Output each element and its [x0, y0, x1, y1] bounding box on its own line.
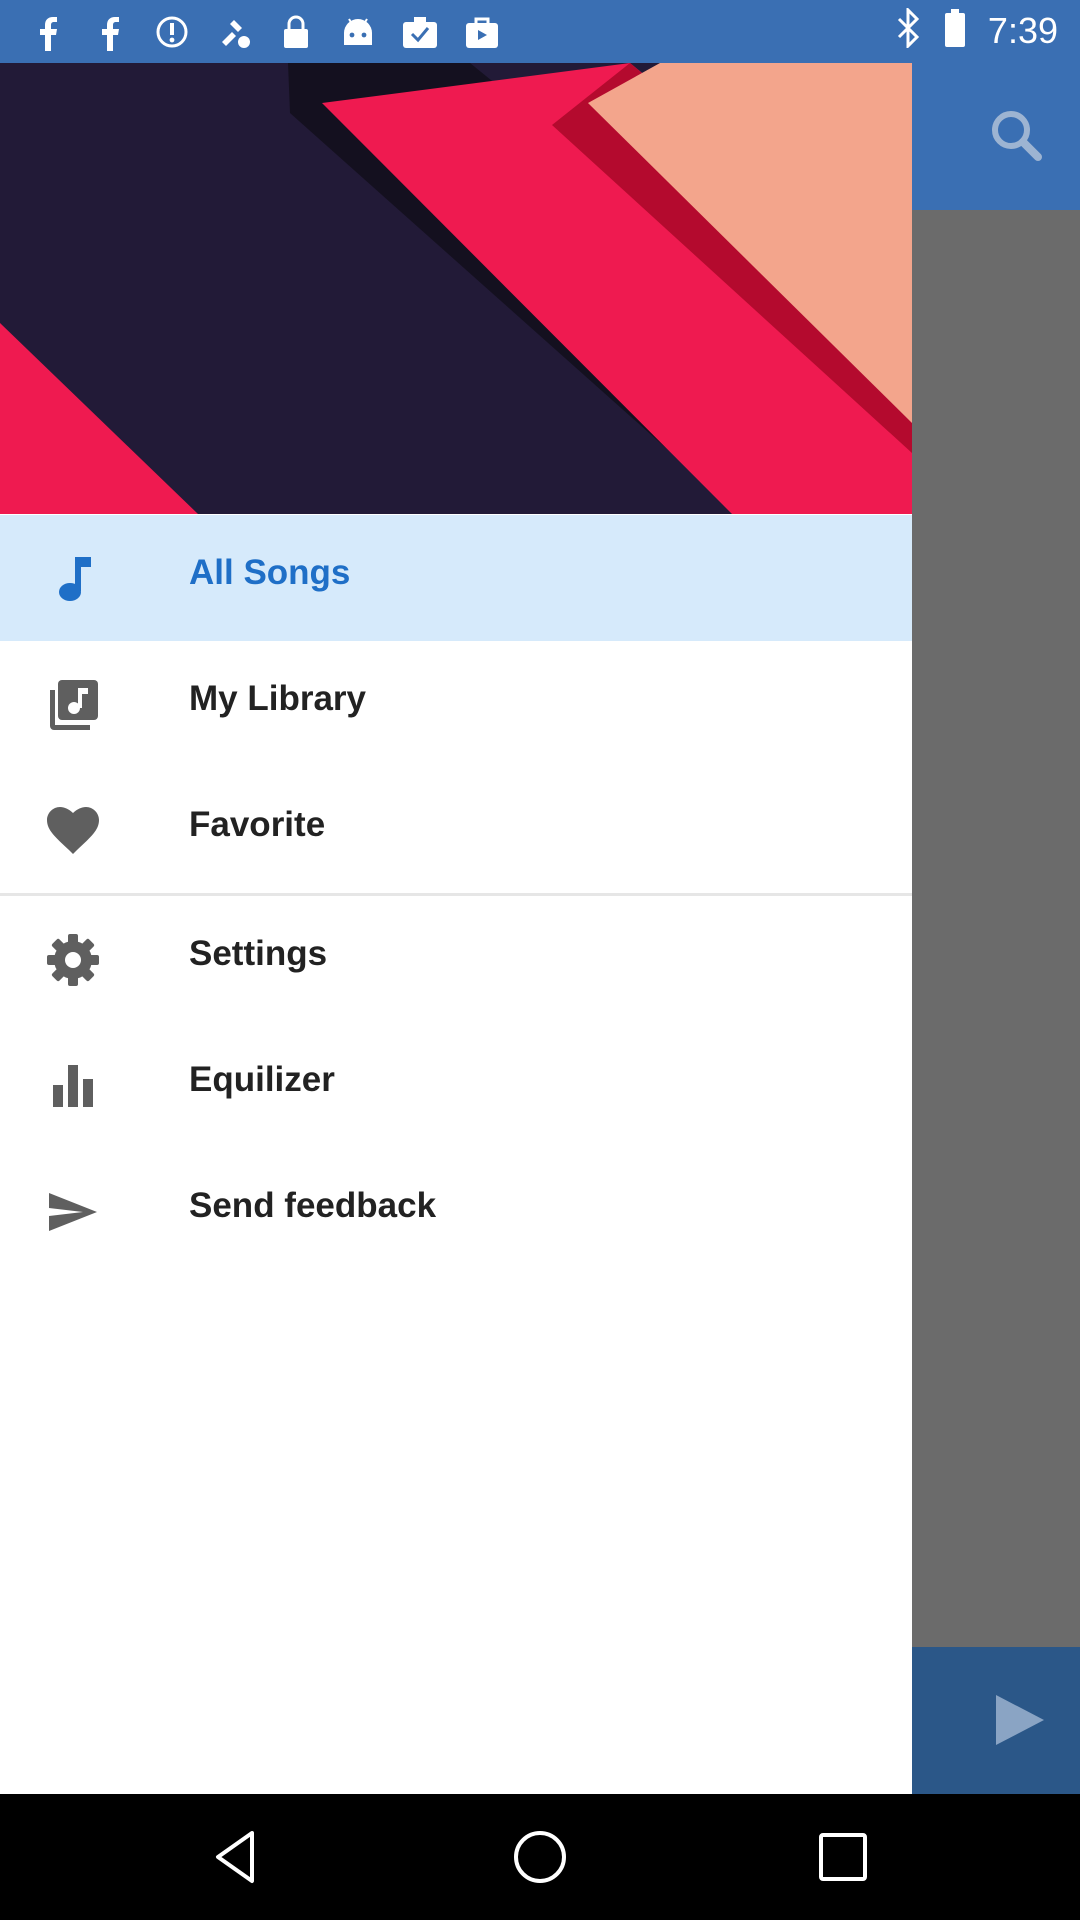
menu-item-label: Favorite: [189, 805, 326, 844]
fake-gps-icon: [212, 10, 256, 54]
menu-item-send-feedback[interactable]: Send feedback: [0, 1148, 912, 1274]
menu-item-label: All Songs: [189, 553, 351, 592]
menu-item-equalizer[interactable]: Equilizer: [0, 1022, 912, 1148]
menu-item-label: Equilizer: [189, 1060, 335, 1099]
system-nav-bar: [0, 1794, 1080, 1920]
back-icon[interactable]: [208, 1827, 268, 1887]
menu-item-all-songs[interactable]: All Songs: [0, 515, 912, 641]
menu-item-settings[interactable]: Settings: [0, 896, 912, 1022]
play-icon[interactable]: [982, 1685, 1052, 1755]
library-music-icon: [43, 677, 103, 733]
drawer-header-image: [0, 63, 912, 514]
status-bar: 7:39: [0, 0, 1080, 63]
navigation-drawer: All Songs My Library Favorite Settings E…: [0, 63, 912, 1794]
search-icon[interactable]: [982, 101, 1052, 171]
notification-icons: [26, 10, 504, 54]
bluetooth-icon: [896, 6, 922, 53]
status-right: 7:39: [896, 6, 1058, 53]
menu-item-my-library[interactable]: My Library: [0, 641, 912, 767]
equalizer-icon: [43, 1058, 103, 1114]
heart-icon: [43, 803, 103, 859]
recents-icon[interactable]: [813, 1827, 873, 1887]
menu-item-label: Send feedback: [189, 1186, 437, 1225]
home-icon[interactable]: [510, 1827, 570, 1887]
music-note-icon: [43, 551, 103, 607]
task-icon: [398, 10, 442, 54]
menu-item-label: My Library: [189, 679, 366, 718]
gear-icon: [43, 932, 103, 988]
menu-item-label: Settings: [189, 934, 328, 973]
menu-item-favorite[interactable]: Favorite: [0, 767, 912, 893]
drawer-menu: All Songs My Library Favorite Settings E…: [0, 515, 912, 1274]
send-icon: [43, 1184, 103, 1240]
lock-icon: [274, 10, 318, 54]
battery-icon: [944, 8, 966, 53]
bag-icon: [460, 10, 504, 54]
facebook-icon: [88, 10, 132, 54]
status-time: 7:39: [987, 9, 1058, 51]
info-icon: [150, 10, 194, 54]
facebook-icon: [26, 10, 70, 54]
android-icon: [336, 10, 380, 54]
